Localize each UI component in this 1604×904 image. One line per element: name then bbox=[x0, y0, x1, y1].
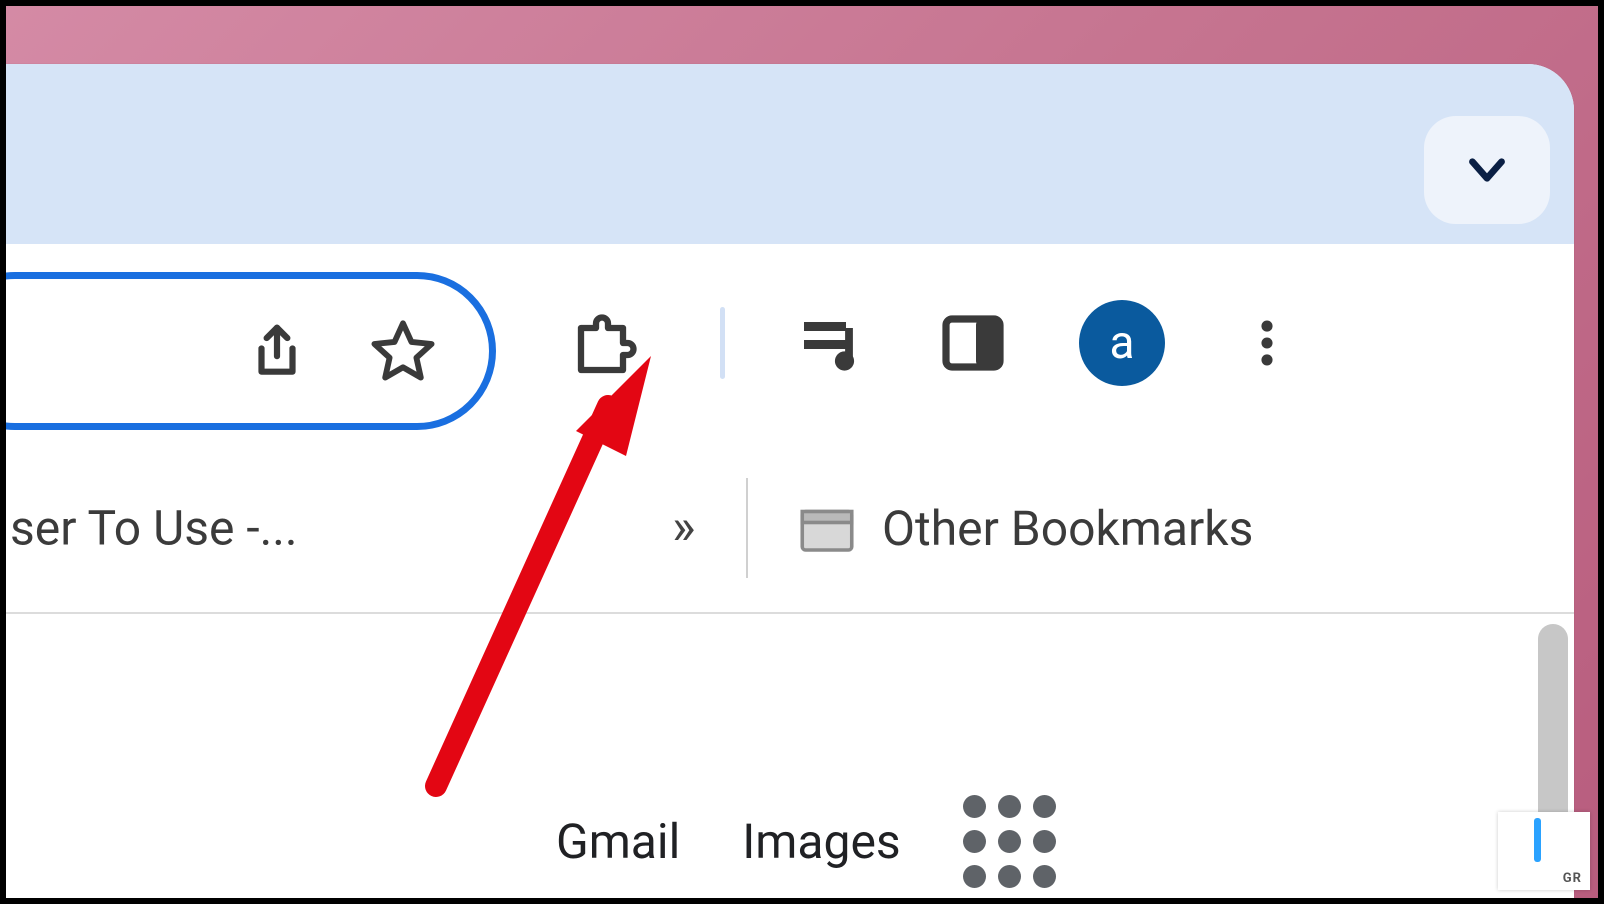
toolbar-separator bbox=[720, 307, 725, 379]
tab-search-button[interactable] bbox=[1424, 116, 1550, 224]
bookmark-label: ser To Use -... bbox=[10, 500, 298, 557]
watermark-badge: GR bbox=[1498, 812, 1590, 890]
watermark-text: GR bbox=[1563, 871, 1582, 886]
apps-grid-dot bbox=[963, 795, 986, 818]
toolbar-actions: a bbox=[546, 244, 1574, 442]
share-button[interactable] bbox=[241, 315, 313, 387]
apps-grid-dot bbox=[998, 865, 1021, 888]
toolbar: a bbox=[6, 244, 1574, 442]
address-bar[interactable] bbox=[6, 272, 496, 430]
other-bookmarks-label: Other Bookmarks bbox=[882, 500, 1253, 557]
share-icon bbox=[246, 320, 308, 382]
overflow-glyph: » bbox=[672, 499, 695, 557]
google-header-links: Gmail Images bbox=[556, 795, 1056, 888]
desktop-background: a ser To Use -... » bbox=[6, 6, 1598, 898]
puzzle-piece-icon bbox=[566, 306, 638, 380]
apps-grid-dot bbox=[1033, 830, 1056, 853]
google-apps-button[interactable] bbox=[963, 795, 1056, 888]
bookmark-item[interactable]: ser To Use -... bbox=[10, 500, 298, 557]
bookmarks-bar: ser To Use -... » Other Bookmarks bbox=[6, 442, 1574, 614]
side-panel-button[interactable] bbox=[937, 307, 1009, 379]
other-bookmarks-button[interactable]: Other Bookmarks bbox=[794, 495, 1253, 561]
extensions-button[interactable] bbox=[566, 307, 638, 379]
bookmarks-separator bbox=[746, 478, 748, 578]
apps-grid-dot bbox=[1033, 795, 1056, 818]
chrome-menu-button[interactable] bbox=[1231, 307, 1303, 379]
media-control-button[interactable] bbox=[795, 307, 867, 379]
apps-grid-dot bbox=[963, 865, 986, 888]
apps-grid-dot bbox=[998, 830, 1021, 853]
scrollbar-thumb[interactable] bbox=[1538, 624, 1568, 834]
profile-letter: a bbox=[1109, 316, 1134, 370]
bookmarks-overflow-button[interactable]: » bbox=[672, 499, 695, 557]
gmail-link[interactable]: Gmail bbox=[556, 813, 680, 870]
page-content: Gmail Images bbox=[6, 614, 1574, 898]
browser-window: a ser To Use -... » bbox=[6, 64, 1574, 898]
tab-strip bbox=[6, 64, 1574, 244]
images-link[interactable]: Images bbox=[742, 813, 900, 870]
chevron-down-icon bbox=[1462, 145, 1512, 195]
side-panel-icon bbox=[937, 307, 1009, 379]
apps-grid-dot bbox=[963, 830, 986, 853]
profile-avatar[interactable]: a bbox=[1079, 300, 1165, 386]
vertical-dots-icon bbox=[1238, 314, 1296, 372]
apps-grid-dot bbox=[998, 795, 1021, 818]
apps-grid-dot bbox=[1033, 865, 1056, 888]
bookmark-button[interactable] bbox=[367, 315, 439, 387]
star-icon bbox=[368, 316, 438, 386]
folder-icon bbox=[794, 495, 860, 561]
media-playlist-icon bbox=[795, 307, 867, 379]
